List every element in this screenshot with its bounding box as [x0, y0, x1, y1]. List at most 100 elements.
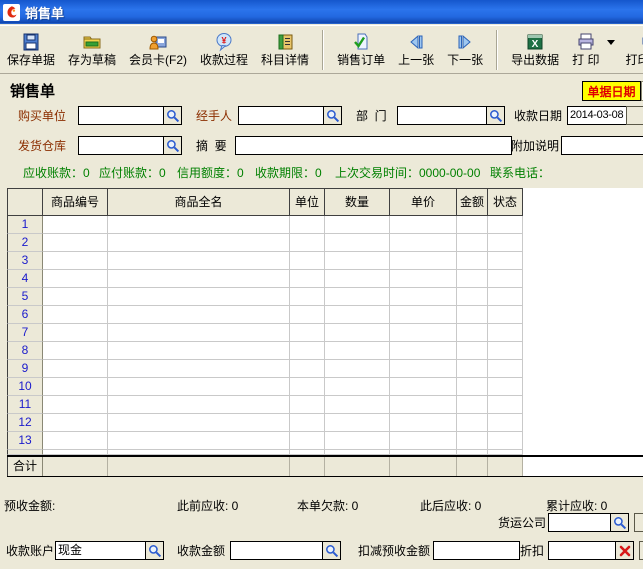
cell[interactable] [390, 270, 457, 288]
cell[interactable] [108, 270, 290, 288]
toolbar-button-printstyle[interactable]: 打印样式 [622, 31, 643, 68]
window-titlebar[interactable]: 销售单 [0, 0, 643, 24]
discount-input[interactable] [548, 541, 617, 560]
row-number[interactable]: 5 [7, 288, 43, 306]
cell[interactable] [390, 342, 457, 360]
cell[interactable] [390, 414, 457, 432]
row-number[interactable]: 3 [7, 252, 43, 270]
toolbar-button-member[interactable]: 会员卡(F2) [126, 31, 190, 68]
toolbar-button-excel[interactable]: X导出数据 [508, 31, 562, 68]
note-input[interactable] [561, 136, 643, 155]
cell[interactable] [390, 324, 457, 342]
cell[interactable] [325, 252, 390, 270]
cell[interactable] [390, 306, 457, 324]
department-input[interactable] [397, 106, 487, 125]
cell[interactable] [488, 342, 523, 360]
cell[interactable] [43, 360, 108, 378]
buyer-input[interactable] [78, 106, 164, 125]
row-number[interactable]: 9 [7, 360, 43, 378]
cell[interactable] [290, 432, 325, 450]
cell[interactable] [325, 288, 390, 306]
cell[interactable] [43, 288, 108, 306]
row-number[interactable]: 13 [7, 432, 43, 450]
toolbar-button-next[interactable]: 下一张 [444, 31, 486, 68]
cell[interactable] [325, 432, 390, 450]
freight-company-input[interactable] [548, 513, 612, 532]
cell[interactable] [488, 306, 523, 324]
cell[interactable] [108, 414, 290, 432]
cell[interactable] [457, 378, 488, 396]
amount-lookup-button[interactable] [322, 541, 341, 560]
cell[interactable] [108, 432, 290, 450]
cell[interactable] [488, 378, 523, 396]
row-number[interactable]: 7 [7, 324, 43, 342]
cell[interactable] [290, 360, 325, 378]
amount-input[interactable] [230, 541, 324, 560]
collect-date-dropdown-clipped[interactable] [626, 106, 643, 125]
cell[interactable] [43, 396, 108, 414]
deduct-prepaid-input[interactable] [433, 541, 520, 560]
cell[interactable] [390, 234, 457, 252]
row-number[interactable]: 12 [7, 414, 43, 432]
cell[interactable] [43, 216, 108, 234]
cell[interactable] [325, 324, 390, 342]
cell[interactable] [290, 234, 325, 252]
cell[interactable] [457, 324, 488, 342]
cell[interactable] [457, 360, 488, 378]
row-number[interactable]: 10 [7, 378, 43, 396]
cell[interactable] [390, 288, 457, 306]
cell[interactable] [108, 234, 290, 252]
cell[interactable] [488, 414, 523, 432]
cell[interactable] [325, 414, 390, 432]
cell[interactable] [43, 342, 108, 360]
cell[interactable] [325, 378, 390, 396]
cell[interactable] [488, 324, 523, 342]
cell[interactable] [457, 234, 488, 252]
cell[interactable] [108, 288, 290, 306]
cell[interactable] [325, 342, 390, 360]
cell[interactable] [488, 360, 523, 378]
cell[interactable] [457, 432, 488, 450]
cell[interactable] [488, 216, 523, 234]
department-lookup-button[interactable] [486, 106, 505, 125]
toolbar-button-subject[interactable]: 科目详情 [258, 31, 312, 68]
cell[interactable] [43, 414, 108, 432]
cell[interactable] [43, 270, 108, 288]
row-number[interactable]: 1 [7, 216, 43, 234]
cell[interactable] [457, 216, 488, 234]
summary-input[interactable] [235, 136, 512, 155]
toolbar-button-prev[interactable]: 上一张 [395, 31, 437, 68]
warehouse-lookup-button[interactable] [163, 136, 182, 155]
cell[interactable] [43, 378, 108, 396]
cell[interactable] [290, 378, 325, 396]
cell[interactable] [457, 414, 488, 432]
cell[interactable] [457, 342, 488, 360]
cell[interactable] [390, 432, 457, 450]
cell[interactable] [290, 324, 325, 342]
cell[interactable] [290, 216, 325, 234]
cell[interactable] [390, 396, 457, 414]
cell[interactable] [43, 306, 108, 324]
cell[interactable] [488, 270, 523, 288]
row-number[interactable]: 4 [7, 270, 43, 288]
handler-lookup-button[interactable] [323, 106, 342, 125]
cell[interactable] [290, 288, 325, 306]
row-number[interactable]: 2 [7, 234, 43, 252]
cell[interactable] [43, 432, 108, 450]
cell[interactable] [325, 234, 390, 252]
cell[interactable] [290, 342, 325, 360]
cell[interactable] [325, 360, 390, 378]
row-number[interactable]: 8 [7, 342, 43, 360]
account-lookup-button[interactable] [145, 541, 164, 560]
toolbar-button-order[interactable]: 销售订单 [334, 31, 388, 68]
account-input[interactable]: 现金 [55, 541, 147, 560]
doc-date-button[interactable]: 单据日期 [582, 81, 641, 101]
cell[interactable] [108, 216, 290, 234]
cell[interactable] [108, 396, 290, 414]
cell[interactable] [488, 432, 523, 450]
collect-date-input[interactable]: 2014-03-08 [567, 106, 627, 125]
cell[interactable] [325, 306, 390, 324]
cell[interactable] [457, 396, 488, 414]
cell[interactable] [457, 288, 488, 306]
toolbar-button-print[interactable]: 打 印 [569, 31, 602, 68]
